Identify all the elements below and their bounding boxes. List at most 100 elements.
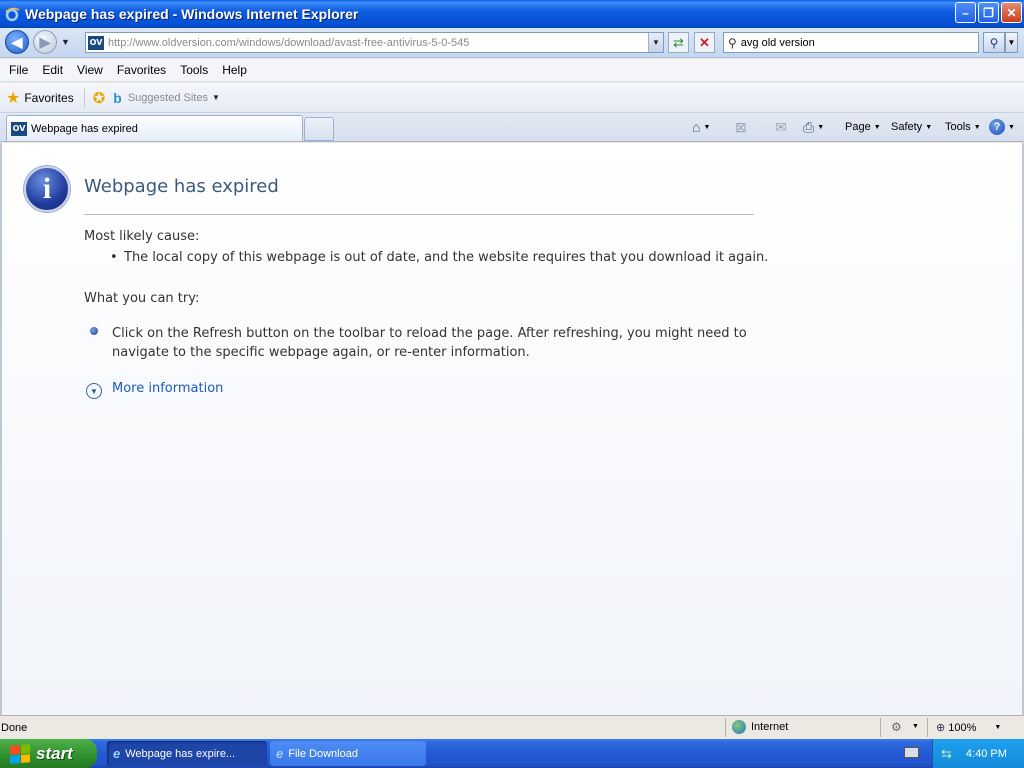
back-button[interactable]: ◀ bbox=[5, 30, 29, 54]
home-button[interactable]: ⌂ ▼ bbox=[692, 118, 710, 136]
tab-label: Webpage has expired bbox=[31, 122, 138, 135]
status-divider bbox=[880, 718, 881, 737]
page-menu-label: Page bbox=[845, 121, 871, 133]
help-icon: ? bbox=[989, 119, 1005, 135]
security-zone[interactable]: Internet bbox=[732, 720, 788, 734]
protected-mode-icon[interactable]: ⚙ bbox=[891, 720, 902, 734]
more-information-link[interactable]: More information bbox=[112, 381, 223, 396]
back-arrow-icon: ◀ bbox=[11, 33, 23, 50]
status-divider bbox=[725, 718, 726, 737]
rss-feed-icon: ⊠ bbox=[735, 118, 747, 135]
chevron-down-icon[interactable]: ▼ bbox=[912, 723, 919, 730]
zoom-value: 100% bbox=[948, 721, 977, 734]
heading-divider bbox=[84, 214, 754, 215]
taskbar-item-ie-expired[interactable]: e Webpage has expire... bbox=[107, 741, 267, 766]
tab-favicon-icon: OV bbox=[11, 121, 27, 136]
refresh-button[interactable]: ⇄ bbox=[668, 32, 689, 53]
status-divider bbox=[927, 718, 928, 737]
page-menu-button[interactable]: Page ▼ bbox=[845, 118, 881, 136]
tab-command-bar: OV Webpage has expired ⌂ ▼ ⊠ ✉ ⎙ ▼ Page ▼ S… bbox=[0, 113, 1024, 142]
close-button[interactable]: ✕ bbox=[1001, 2, 1022, 23]
print-dropdown[interactable]: ▼ bbox=[817, 124, 824, 131]
feeds-button[interactable]: ⊠ bbox=[735, 118, 747, 136]
taskbar-item-file-download[interactable]: e File Download bbox=[270, 741, 426, 766]
title-bar: Webpage has expired - Windows Internet E… bbox=[0, 0, 1024, 28]
try-item-line2: navigate to the specific webpage again, … bbox=[112, 345, 530, 360]
ie-icon: e bbox=[276, 746, 284, 761]
search-value[interactable]: avg old version bbox=[741, 37, 815, 49]
zoom-icon: ⊕ bbox=[936, 722, 946, 734]
keyboard-icon[interactable] bbox=[904, 747, 919, 758]
menu-bar: File Edit View Favorites Tools Help bbox=[0, 59, 1024, 82]
chevron-down-icon: ▼ bbox=[873, 123, 881, 131]
chevron-down-icon: ▼ bbox=[973, 123, 981, 131]
tools-menu-button[interactable]: Tools ▼ bbox=[945, 118, 981, 136]
status-text: Done bbox=[1, 722, 28, 734]
zone-label: Internet bbox=[751, 721, 789, 733]
address-bar[interactable]: OV http://www.oldversion.com/windows/dow… bbox=[85, 32, 664, 53]
suggested-sites-button[interactable]: Suggested Sites bbox=[128, 92, 208, 104]
search-button[interactable]: ⚲ bbox=[983, 32, 1005, 53]
chevron-down-icon[interactable]: ▼ bbox=[212, 93, 220, 102]
search-options-dropdown[interactable]: ▼ bbox=[1005, 32, 1018, 53]
taskbar: start e Webpage has expire... e File Dow… bbox=[0, 739, 1024, 768]
info-icon: i bbox=[24, 166, 70, 212]
safety-menu-label: Safety bbox=[891, 121, 923, 133]
try-label: What you can try: bbox=[84, 291, 200, 306]
forward-button[interactable]: ▶ bbox=[33, 30, 57, 54]
network-icon[interactable]: ⇆ bbox=[941, 746, 952, 762]
print-button[interactable]: ⎙ ▼ bbox=[803, 118, 824, 136]
start-label: start bbox=[36, 743, 73, 763]
home-icon: ⌂ bbox=[692, 119, 701, 135]
windows-logo-icon bbox=[10, 743, 30, 764]
bing-icon: b bbox=[113, 89, 122, 106]
search-input[interactable]: ⚲ avg old version bbox=[723, 32, 979, 53]
expand-chevron-icon[interactable]: ▼ bbox=[86, 383, 102, 399]
add-to-favorites-bar-icon[interactable]: ✪ bbox=[93, 89, 106, 107]
read-mail-button[interactable]: ✉ bbox=[775, 118, 787, 136]
minimize-button[interactable]: – bbox=[955, 2, 976, 23]
forward-arrow-icon: ▶ bbox=[39, 33, 51, 50]
try-item-line1: Click on the Refresh button on the toolb… bbox=[112, 326, 747, 341]
favorites-bar: ★ Favorites ✪ b Suggested Sites ▼ bbox=[0, 83, 1024, 113]
home-dropdown[interactable]: ▼ bbox=[703, 124, 710, 131]
safety-menu-button[interactable]: Safety ▼ bbox=[891, 118, 932, 136]
chevron-down-icon: ▼ bbox=[1008, 123, 1015, 131]
address-url[interactable]: http://www.oldversion.com/windows/downlo… bbox=[108, 37, 469, 49]
address-toolbar: ◀ ▶ ▼ OV http://www.oldversion.com/windo… bbox=[0, 28, 1024, 58]
search-icon: ⚲ bbox=[989, 35, 999, 50]
menu-favorites[interactable]: Favorites bbox=[110, 63, 173, 77]
maximize-button[interactable]: ❐ bbox=[978, 2, 999, 23]
menu-view[interactable]: View bbox=[70, 63, 110, 77]
chevron-down-icon[interactable]: ▼ bbox=[994, 724, 1001, 731]
menu-help[interactable]: Help bbox=[215, 63, 254, 77]
status-bar: Done Internet ⚙ ▼ ⊕ 100% ▼ bbox=[0, 715, 1024, 739]
zoom-level-button[interactable]: ⊕ 100% ▼ bbox=[936, 721, 1001, 735]
menu-file[interactable]: File bbox=[2, 63, 35, 77]
printer-icon: ⎙ bbox=[803, 118, 815, 135]
refresh-icon: ⇄ bbox=[673, 34, 684, 50]
system-tray: ⇆ 4:40 PM bbox=[932, 739, 1024, 768]
cause-item: The local copy of this webpage is out of… bbox=[124, 250, 769, 265]
cause-label: Most likely cause: bbox=[84, 229, 200, 244]
mail-icon: ✉ bbox=[775, 118, 787, 135]
address-dropdown[interactable]: ▼ bbox=[648, 33, 663, 52]
page-content: i Webpage has expired Most likely cause:… bbox=[0, 143, 1024, 715]
taskbar-item-label: Webpage has expire... bbox=[125, 747, 236, 760]
clock[interactable]: 4:40 PM bbox=[966, 748, 1007, 760]
start-button[interactable]: start bbox=[0, 739, 97, 768]
favorites-button[interactable]: Favorites bbox=[24, 91, 73, 105]
cause-bullet: • bbox=[110, 250, 118, 265]
tab-active[interactable]: OV Webpage has expired bbox=[6, 115, 303, 141]
help-menu-button[interactable]: ? ▼ bbox=[989, 118, 1015, 136]
taskbar-item-label: File Download bbox=[288, 747, 358, 760]
new-tab-button[interactable] bbox=[304, 117, 334, 141]
recent-pages-dropdown[interactable]: ▼ bbox=[61, 37, 70, 47]
globe-icon bbox=[732, 720, 746, 734]
menu-edit[interactable]: Edit bbox=[35, 63, 70, 77]
bullet-icon bbox=[90, 327, 98, 335]
stop-button[interactable]: ✕ bbox=[694, 32, 715, 53]
chevron-down-icon: ▼ bbox=[925, 123, 933, 131]
ie-logo-icon bbox=[5, 7, 20, 22]
menu-tools[interactable]: Tools bbox=[173, 63, 215, 77]
